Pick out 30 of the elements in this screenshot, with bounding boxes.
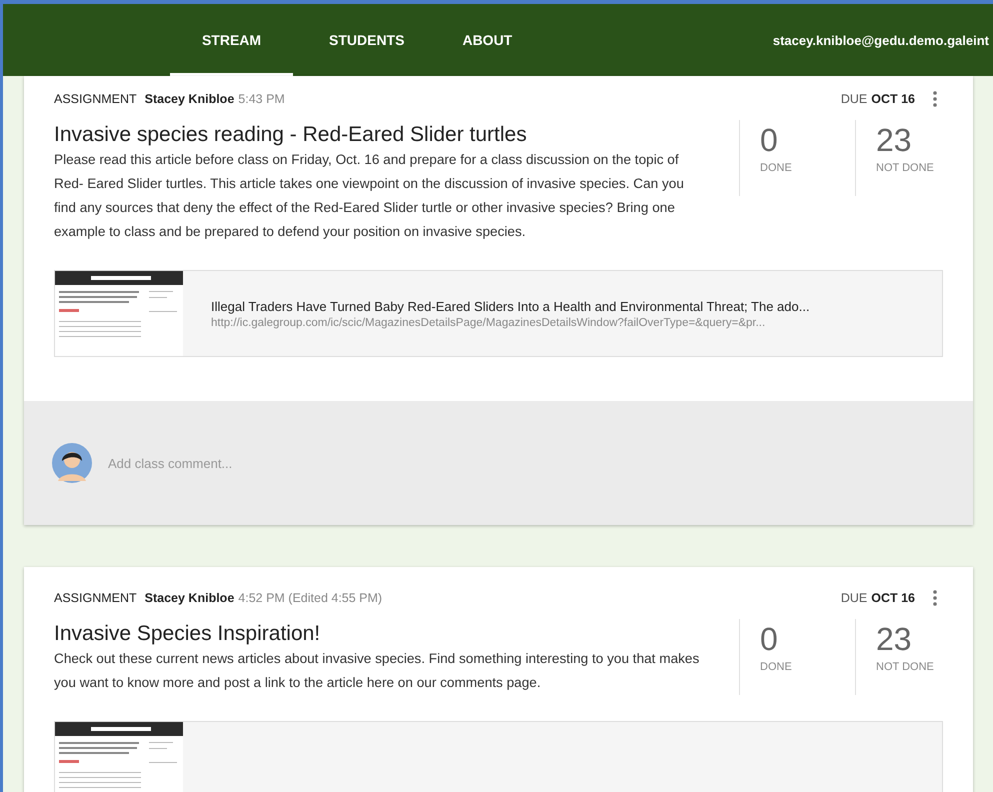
done-count: 0 [760,121,779,160]
assignment-description: Check out these current news articles about invasive species. Find something interesting to you that makes you want to know more and post a link to the article here on our comments page. [54,650,700,692]
not-done-count: 23 [876,121,913,160]
not-done-label: NOT DONE [876,661,935,673]
due-date: DUE OCT 16 [840,591,915,605]
article-title[interactable]: Illegal Traders Have Turned Baby Red-Eared Sliders Into a Health and Environmental Threat; The ado... [211,298,810,314]
post-type: ASSIGNMENT [54,92,137,106]
not-done-label: NOT DONE [876,162,935,174]
post-type: ASSIGNMENT [54,591,137,605]
done-label: DONE [760,661,793,673]
author-name: Stacey Knibloe [144,591,234,605]
done-count: 0 [760,620,779,659]
nav-tab[interactable]: ABOUT [436,4,538,76]
author-name: Stacey Knibloe [144,92,234,106]
link-attachment[interactable] [54,721,943,792]
due-date: DUE OCT 16 [840,92,915,106]
account-email[interactable]: stacey.knibloe@gedu.demo.galeint [772,32,989,48]
done-label: DONE [760,162,793,174]
avatar-icon [52,443,92,483]
not-done-count: 23 [876,620,913,659]
post-time: 5:43 PM [238,92,285,106]
assignment-title[interactable]: Invasive species reading - Red-Eared Slider turtles [54,122,709,148]
more-options-icon[interactable] [933,91,937,107]
post-time: 4:52 PM (Edited 4:55 PM) [238,591,382,605]
assignment-description: Please read this article before class on Friday, Oct. 16 and prepare for a class discussion on the topic of Red- Eared Slider turtles. This article takes one viewpoint on the discussion of invasive species. Can you find any sources that deny the effect of the Red-Eared Slider turtle or other invasive species? Bring one example to class and be prepared to defend your position on invasive species. [54,151,685,241]
link-attachment[interactable] [54,270,943,357]
nav-tab[interactable]: STUDENTS [303,4,430,76]
more-options-icon[interactable] [933,590,937,606]
comment-input[interactable]: Add class comment... [106,454,510,472]
assignment-title[interactable]: Invasive Species Inspiration! [54,621,709,647]
